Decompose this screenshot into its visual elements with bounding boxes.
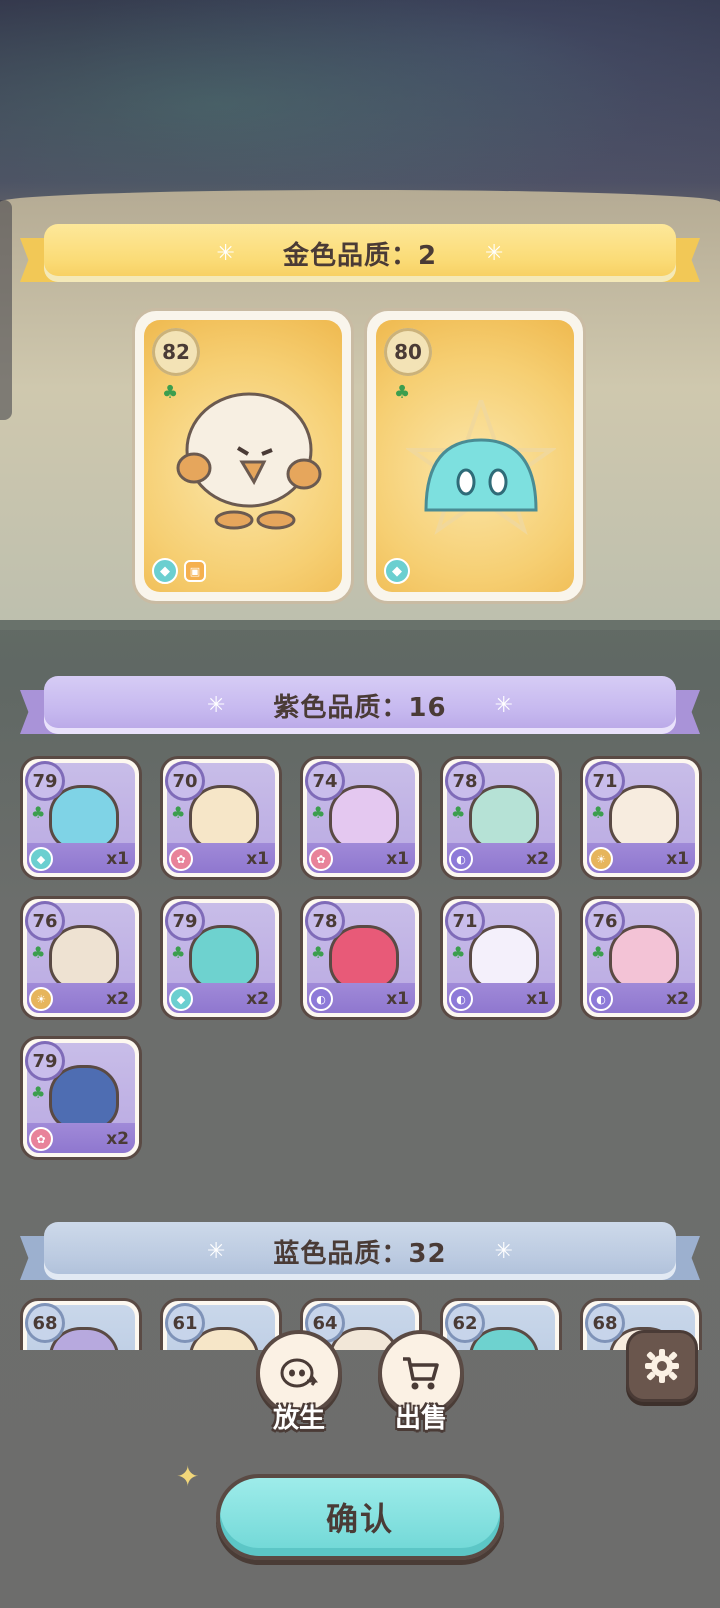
purple-monster-card[interactable]: 78 ♣ ◐ x2: [440, 756, 562, 880]
sparkle-icon: ✳: [206, 692, 226, 718]
sprout-icon: ♣: [451, 943, 466, 962]
card-art: 82 ♣ ◆ ▣: [144, 320, 342, 592]
dream-attribute-icon: ◐: [449, 847, 473, 871]
blue-quality-banner: ✳ 蓝色品质：32 ✳: [20, 1220, 700, 1282]
night-sky: [0, 0, 720, 260]
card-count: x1: [526, 989, 549, 1009]
sprout-icon: ♣: [31, 943, 46, 962]
level-badge: 79: [25, 761, 65, 801]
card-count: x2: [666, 989, 689, 1009]
level-badge: 79: [165, 901, 205, 941]
sparkle-icon: ✳: [485, 240, 504, 266]
dream-attribute-icon: ◐: [309, 987, 333, 1011]
skill-chip-icon: ▣: [184, 560, 206, 582]
purple-monster-card[interactable]: 79 ♣ ◆ x2: [160, 896, 282, 1020]
card-art: 80 ♣ ◆: [376, 320, 574, 592]
level-badge: 74: [305, 761, 345, 801]
card-count: x1: [666, 849, 689, 869]
flower-attribute-icon: ✿: [309, 847, 333, 871]
ribbon-body: ✳ 金色品质：2 ✳: [44, 224, 676, 282]
gold-quality-banner: ✳ 金色品质：2 ✳: [20, 222, 700, 284]
level-badge: 71: [585, 761, 625, 801]
level-badge: 76: [585, 901, 625, 941]
flower-attribute-icon: ✿: [169, 847, 193, 871]
level-badge: 79: [25, 1041, 65, 1081]
white-yeti-creature: [176, 392, 322, 530]
blue-monster-card[interactable]: 68: [20, 1298, 142, 1350]
sprout-icon: ♣: [31, 1083, 46, 1102]
level-badge: 78: [305, 901, 345, 941]
purple-quality-title: 紫色品质：16: [273, 692, 447, 723]
ribbon-body: ✳ 紫色品质：16 ✳: [44, 676, 676, 734]
level-badge: 70: [165, 761, 205, 801]
purple-monster-card[interactable]: 71 ♣ ◐ x1: [440, 896, 562, 1020]
sprout-icon: ♣: [591, 943, 606, 962]
gold-monster-card[interactable]: 80 ♣ ◆: [364, 308, 586, 604]
confirm-button[interactable]: 确认: [216, 1474, 504, 1560]
purple-monster-card[interactable]: 79 ♣ ✿ x2: [20, 1036, 142, 1160]
sprout-icon: ♣: [31, 803, 46, 822]
purple-monster-card[interactable]: 70 ♣ ✿ x1: [160, 756, 282, 880]
card-count: x1: [106, 849, 129, 869]
light-attribute-icon: ☀: [589, 847, 613, 871]
sprout-icon: ♣: [451, 803, 466, 822]
cart-icon: [403, 1357, 439, 1390]
sparkle-icon: ✳: [494, 1238, 514, 1264]
level-badge: 68: [25, 1303, 65, 1343]
cyan-slime-creature: [406, 400, 556, 536]
release-label[interactable]: 放生: [249, 1398, 349, 1435]
sprout-icon: ♣: [311, 803, 326, 822]
light-attribute-icon: ☀: [29, 987, 53, 1011]
purple-monster-card[interactable]: 78 ♣ ◐ x1: [300, 896, 422, 1020]
sprout-icon: ♣: [171, 943, 186, 962]
purple-monster-card[interactable]: 76 ♣ ☀ x2: [20, 896, 142, 1020]
level-badge: 61: [165, 1303, 205, 1343]
sprout-icon: ♣: [311, 943, 326, 962]
level-badge: 78: [445, 761, 485, 801]
purple-monster-card[interactable]: 74 ♣ ✿ x1: [300, 756, 422, 880]
card-count: x2: [106, 989, 129, 1009]
level-badge: 68: [585, 1303, 625, 1343]
water-gem-icon: ◆: [384, 558, 410, 584]
ribbon-body: ✳ 蓝色品质：32 ✳: [44, 1222, 676, 1280]
gear-icon: [645, 1349, 679, 1383]
water-attribute-icon: ◆: [29, 847, 53, 871]
card-count: x1: [246, 849, 269, 869]
blue-quality-title: 蓝色品质：32: [273, 1238, 447, 1269]
card-count: x1: [386, 849, 409, 869]
card-count: x2: [526, 849, 549, 869]
water-attribute-icon: ◆: [169, 987, 193, 1011]
purple-quality-banner: ✳ 紫色品质：16 ✳: [20, 674, 700, 736]
blue-monster-card[interactable]: 61: [160, 1298, 282, 1350]
sparkle-icon: ✳: [216, 240, 235, 266]
sparkle-icon: ✳: [206, 1238, 226, 1264]
sell-label[interactable]: 出售: [371, 1398, 471, 1435]
gold-quality-title: 金色品质：2: [282, 240, 438, 271]
purple-monster-card[interactable]: 79 ♣ ◆ x1: [20, 756, 142, 880]
blue-card-row: 68 61 64 62 68: [0, 1298, 720, 1350]
sparkle-icon: ✳: [494, 692, 514, 718]
gold-monster-card[interactable]: 82 ♣ ◆ ▣: [132, 308, 354, 604]
level-badge: 62: [445, 1303, 485, 1343]
card-count: x2: [106, 1129, 129, 1149]
sprout-icon: ♣: [171, 803, 186, 822]
purple-monster-card[interactable]: 76 ♣ ◐ x2: [580, 896, 702, 1020]
card-count: x1: [386, 989, 409, 1009]
level-badge: 71: [445, 901, 485, 941]
settings-button[interactable]: [626, 1330, 698, 1402]
card-count: x2: [246, 989, 269, 1009]
dream-attribute-icon: ◐: [449, 987, 473, 1011]
water-gem-icon: ◆: [152, 558, 178, 584]
release-pet-icon: [280, 1358, 318, 1388]
level-badge: 80: [384, 328, 432, 376]
side-tab[interactable]: [0, 200, 12, 420]
sparkle-icon: ✦: [176, 1460, 200, 1493]
blue-monster-card[interactable]: 62: [440, 1298, 562, 1350]
purple-monster-card[interactable]: 71 ♣ ☀ x1: [580, 756, 702, 880]
sprout-icon: ♣: [591, 803, 606, 822]
flower-attribute-icon: ✿: [29, 1127, 53, 1151]
level-badge: 82: [152, 328, 200, 376]
dream-attribute-icon: ◐: [589, 987, 613, 1011]
level-badge: 76: [25, 901, 65, 941]
